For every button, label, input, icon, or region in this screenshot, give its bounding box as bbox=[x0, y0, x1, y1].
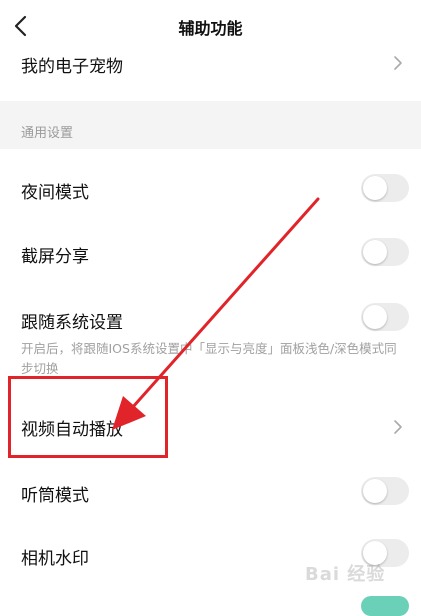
toggle-knob bbox=[363, 305, 387, 329]
follow-system-label: 跟随系统设置 bbox=[21, 313, 123, 333]
camera-watermark-label: 相机水印 bbox=[21, 549, 89, 569]
toggle-knob bbox=[363, 176, 387, 200]
section-header: 通用设置 bbox=[0, 101, 421, 149]
pet-row-label: 我的电子宠物 bbox=[21, 57, 123, 77]
follow-system-row: 跟随系统设置 开启后，将跟随IOS系统设置中「显示与亮度」面板浅色/深色模式同步… bbox=[0, 290, 421, 380]
chevron-right-icon bbox=[394, 56, 402, 70]
follow-system-description: 开启后，将跟随IOS系统设置中「显示与亮度」面板浅色/深色模式同步切换 bbox=[21, 341, 397, 376]
follow-system-toggle[interactable] bbox=[361, 303, 409, 331]
screenshot-share-toggle[interactable] bbox=[361, 238, 409, 266]
screenshot-share-label: 截屏分享 bbox=[21, 247, 89, 267]
partial-toggle-on bbox=[361, 596, 409, 616]
annotation-highlight-box bbox=[8, 376, 168, 458]
page-title: 辅助功能 bbox=[178, 19, 243, 38]
night-mode-toggle[interactable] bbox=[361, 174, 409, 202]
chevron-right-icon bbox=[394, 420, 402, 434]
section-title: 通用设置 bbox=[21, 126, 74, 141]
earpiece-mode-label: 听筒模式 bbox=[21, 486, 89, 506]
baidu-watermark: Bai 经验 bbox=[305, 564, 386, 585]
earpiece-mode-toggle[interactable] bbox=[361, 477, 409, 505]
night-mode-label: 夜间模式 bbox=[21, 183, 89, 203]
toggle-knob bbox=[363, 240, 387, 264]
screenshot-share-row: 截屏分享 bbox=[0, 220, 421, 282]
pet-row[interactable]: 我的电子宠物 bbox=[0, 52, 421, 101]
toggle-knob bbox=[363, 479, 387, 503]
nav-header: 辅助功能 bbox=[0, 0, 421, 52]
earpiece-mode-row: 听筒模式 bbox=[0, 460, 421, 522]
night-mode-row: 夜间模式 bbox=[0, 157, 421, 219]
